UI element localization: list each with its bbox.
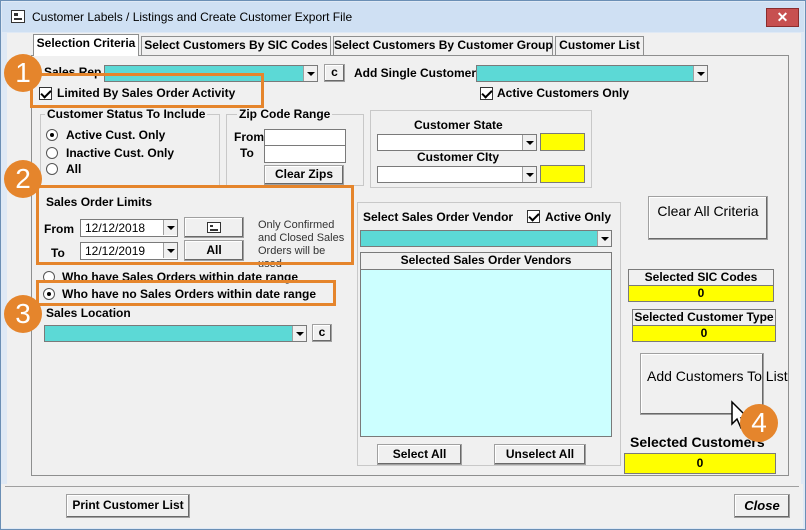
radio-inactive-customers-label: Inactive Cust. Only	[66, 146, 175, 160]
window-title: Customer Labels / Listings and Create Cu…	[32, 10, 353, 24]
vendor-listbox[interactable]	[360, 269, 612, 437]
radio-inactive-customers[interactable]	[46, 147, 58, 159]
unselect-all-button[interactable]: Unselect All	[494, 444, 586, 465]
chevron-down-icon[interactable]	[522, 167, 536, 182]
title-bar: Customer Labels / Listings and Create Cu…	[2, 2, 804, 32]
vendor-list-header: Selected Sales Order Vendors	[360, 252, 612, 270]
radio-all-customers[interactable]	[46, 163, 58, 175]
vendor-label: Select Sales Order Vendor	[363, 210, 514, 224]
tab-selection-criteria[interactable]: Selection Criteria	[33, 34, 139, 56]
selected-sic-codes-label: Selected SIC Codes	[628, 269, 774, 286]
close-window-button[interactable]: ✕	[766, 8, 799, 27]
vendor-active-only-checkbox[interactable]	[527, 210, 540, 223]
sales-location-label: Sales Location	[46, 306, 131, 320]
customer-state-combo[interactable]	[377, 134, 537, 151]
chevron-down-icon[interactable]	[693, 66, 707, 81]
clear-all-criteria-button[interactable]: Clear All Criteria	[648, 196, 768, 240]
zip-to-label: To	[240, 146, 254, 160]
radio-all-customers-label: All	[66, 162, 82, 176]
chevron-down-icon[interactable]	[303, 66, 317, 81]
active-customers-only-checkbox[interactable]	[480, 87, 493, 100]
customer-city-indicator	[540, 165, 585, 183]
select-all-button[interactable]: Select All	[377, 444, 462, 465]
add-single-customer-combo[interactable]	[476, 65, 708, 82]
chevron-down-icon[interactable]	[597, 231, 611, 246]
radio-active-customers[interactable]	[46, 129, 58, 141]
zip-code-title: Zip Code Range	[237, 107, 333, 121]
vendor-active-only-label: Active Only	[545, 210, 612, 224]
chevron-down-icon[interactable]	[292, 326, 306, 341]
tab-customer-list[interactable]: Customer List	[555, 36, 644, 55]
clear-zips-button[interactable]: Clear Zips	[264, 165, 344, 185]
callout-box-3	[36, 280, 336, 306]
selected-customers-label: Selected Customers	[630, 434, 765, 450]
vendor-combo[interactable]	[360, 230, 612, 247]
print-customer-list-button[interactable]: Print Customer List	[66, 494, 190, 518]
sales-location-clear-button[interactable]: c	[312, 324, 332, 342]
tab-sic-codes[interactable]: Select Customers By SIC Codes	[141, 36, 331, 55]
radio-active-customers-label: Active Cust. Only	[66, 128, 166, 142]
add-single-customer-label: Add Single Customer	[354, 66, 477, 80]
callout-box-1	[30, 73, 264, 108]
active-customers-only-label: Active Customers Only	[497, 86, 630, 100]
callout-4: 4	[740, 404, 778, 442]
selected-customers-count: 0	[624, 453, 776, 474]
customer-status-title: Customer Status To Include	[45, 107, 208, 121]
callout-1: 1	[4, 54, 42, 92]
close-button[interactable]: Close	[734, 494, 790, 518]
callout-3: 3	[4, 295, 42, 333]
app-icon	[11, 10, 25, 23]
customer-city-label: Customer CIty	[417, 150, 500, 164]
customer-city-combo[interactable]	[377, 166, 537, 183]
selected-customer-type-count: 0	[632, 325, 776, 342]
selected-customer-type-label: Selected Customer Type	[632, 309, 776, 326]
callout-2: 2	[4, 160, 42, 198]
callout-box-2	[36, 185, 354, 265]
selected-sic-codes-count: 0	[628, 285, 774, 302]
sales-location-combo[interactable]	[44, 325, 307, 342]
customer-state-label: Customer State	[414, 118, 503, 132]
zip-from-label: From	[234, 130, 264, 144]
chevron-down-icon[interactable]	[522, 135, 536, 150]
sales-rep-clear-button[interactable]: c	[324, 64, 345, 82]
zip-to-field[interactable]	[264, 145, 346, 163]
tab-customer-group[interactable]: Select Customers By Customer Group	[333, 36, 553, 55]
customer-state-indicator	[540, 133, 585, 151]
